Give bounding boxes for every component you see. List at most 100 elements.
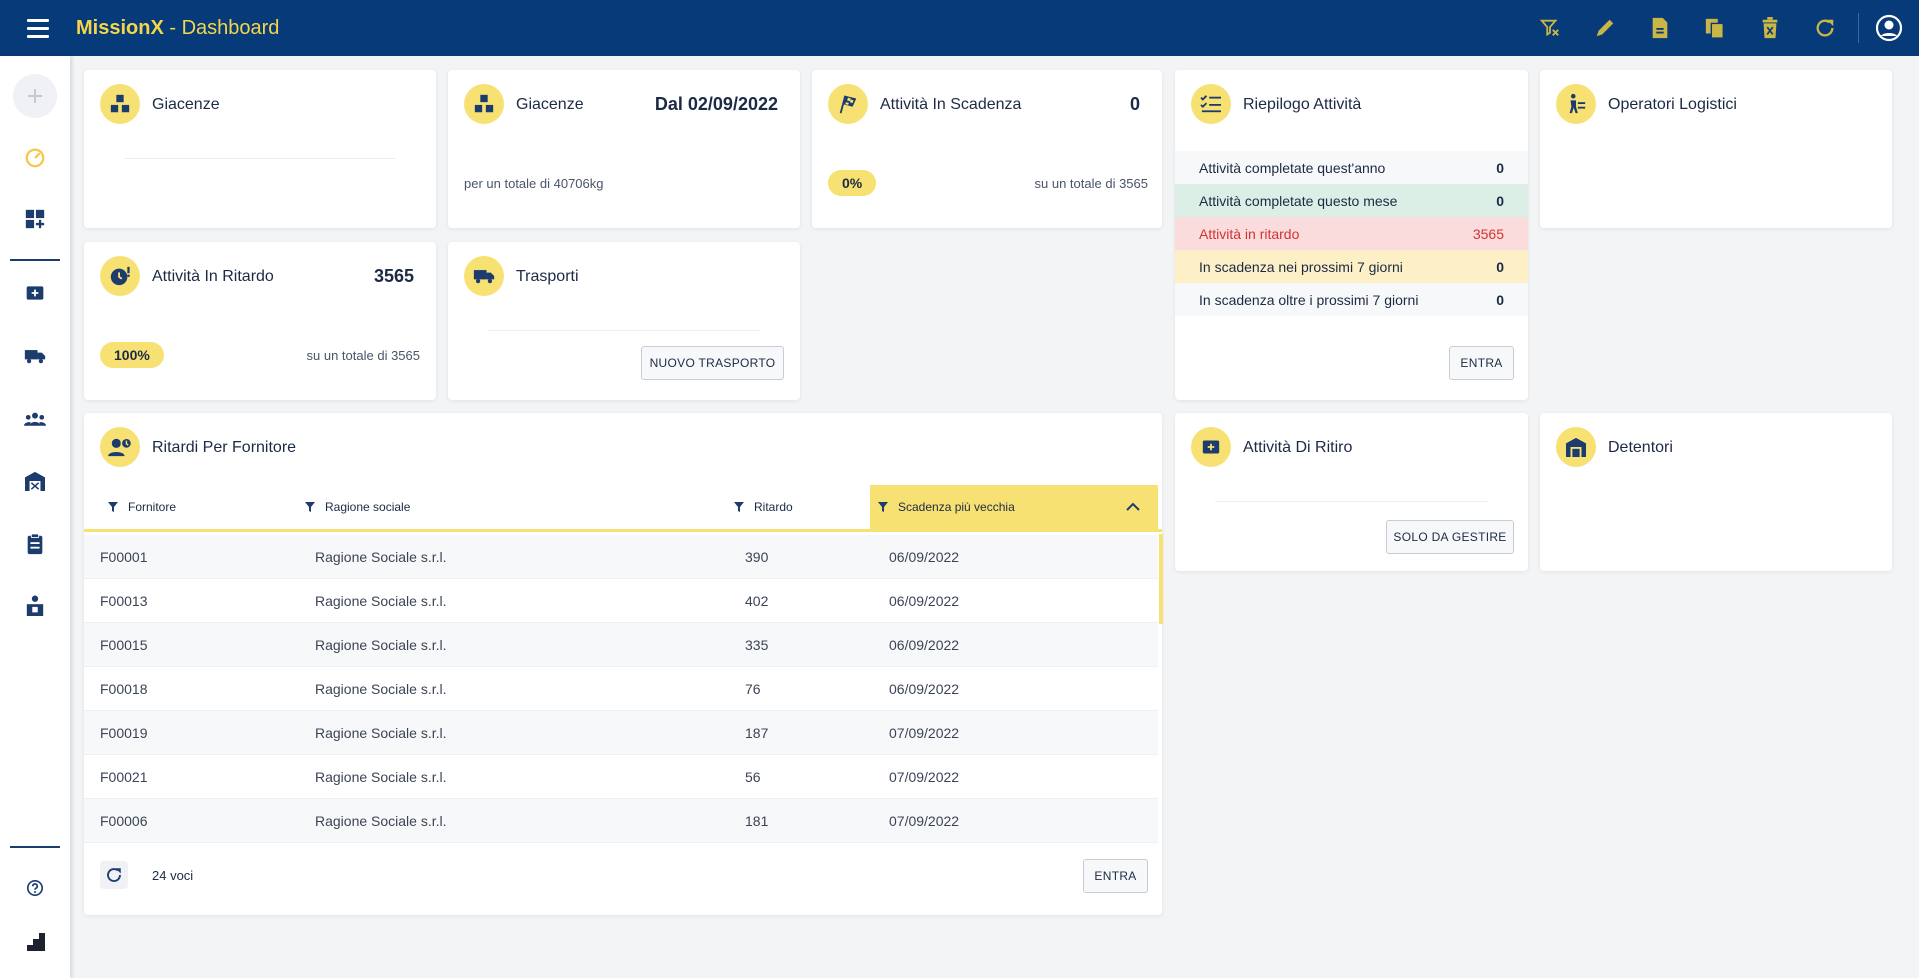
cell-scadenza: 06/09/2022 (889, 681, 960, 697)
divider (1215, 501, 1488, 502)
cell-scadenza: 06/09/2022 (889, 593, 960, 609)
account-clock-icon (100, 427, 140, 467)
cell-ritardo: 56 (745, 769, 761, 785)
table-scrollbar[interactable] (1159, 534, 1163, 624)
column-scadenza[interactable]: Scadenza più vecchia (870, 485, 1158, 529)
cell-ritardo: 187 (745, 725, 769, 741)
cell-fornitore: F00019 (100, 725, 148, 741)
checklist-icon (1191, 84, 1231, 124)
divider (488, 330, 760, 331)
card-title: Attività In Ritardo (152, 268, 274, 285)
widgets-add-icon[interactable] (10, 197, 60, 241)
table-row[interactable]: F00018 Ragione Sociale s.r.l. 76 06/09/2… (84, 667, 1158, 711)
truck-icon[interactable] (10, 334, 60, 378)
refresh-icon[interactable] (1797, 0, 1852, 56)
entra-button[interactable]: ENTRA (1083, 859, 1148, 893)
cell-ragione-sociale: Ragione Sociale s.r.l. (315, 681, 447, 697)
table-row[interactable]: F00015 Ragione Sociale s.r.l. 335 06/09/… (84, 623, 1158, 667)
clipboard-icon[interactable] (10, 522, 60, 566)
brand-logo-icon[interactable] (10, 921, 60, 965)
card-title: Attività Di Ritiro (1243, 439, 1353, 456)
medical-box-icon[interactable] (10, 271, 60, 315)
filter-icon[interactable] (305, 502, 315, 512)
cell-scadenza: 07/09/2022 (889, 813, 960, 829)
card-attivita-scadenza: Attività In Scadenza 0 0% su un totale d… (812, 70, 1162, 228)
summary-value: 0 (1496, 159, 1504, 176)
summary-label: Attività completate questo mese (1199, 192, 1398, 209)
card-subtitle: su un totale di 3565 (306, 348, 420, 363)
cell-scadenza: 07/09/2022 (889, 725, 960, 741)
app-title-separator: - (163, 16, 182, 39)
summary-label: In scadenza oltre i prossimi 7 giorni (1199, 291, 1419, 308)
pencil-icon[interactable] (1577, 0, 1632, 56)
card-title: Operatori Logistici (1608, 96, 1737, 113)
nuovo-trasporto-button[interactable]: NUOVO TRASPORTO (641, 346, 784, 380)
summary-row-oltre-7-giorni[interactable]: In scadenza oltre i prossimi 7 giorni 0 (1175, 283, 1528, 316)
document-icon[interactable] (1632, 0, 1687, 56)
cell-scadenza: 06/09/2022 (889, 637, 960, 653)
column-label: Ritardo (754, 500, 793, 514)
menu-icon[interactable] (20, 10, 56, 46)
column-ragione-sociale[interactable]: Ragione sociale (305, 485, 725, 529)
delete-icon[interactable] (1742, 0, 1797, 56)
card-detentori: Detentori (1540, 413, 1892, 571)
card-riepilogo-attivita: Riepilogo Attività Attività completate q… (1175, 70, 1528, 400)
cell-ragione-sociale: Ragione Sociale s.r.l. (315, 725, 447, 741)
card-attivita-ritiro: Attività Di Ritiro SOLO DA GESTIRE (1175, 413, 1528, 571)
card-value: 3565 (373, 266, 414, 286)
summary-row-ritardo[interactable]: Attività in ritardo 3565 (1175, 217, 1528, 250)
column-ritardo[interactable]: Ritardo (734, 485, 854, 529)
column-fornitore[interactable]: Fornitore (108, 485, 298, 529)
column-label: Ragione sociale (325, 500, 411, 514)
cell-ritardo: 390 (745, 549, 769, 565)
filter-icon[interactable] (878, 502, 888, 512)
entra-button[interactable]: ENTRA (1449, 346, 1514, 380)
summary-row-mese[interactable]: Attività completate questo mese 0 (1175, 184, 1528, 217)
sidebar-divider-bottom (10, 846, 60, 848)
user-account-icon[interactable] (1865, 0, 1913, 56)
truck-icon (464, 256, 504, 296)
table-row[interactable]: F00019 Ragione Sociale s.r.l. 187 07/09/… (84, 711, 1158, 755)
table-row[interactable]: F00006 Ragione Sociale s.r.l. 181 07/09/… (84, 799, 1158, 843)
cell-ritardo: 181 (745, 813, 769, 829)
app-name: MissionX (76, 16, 164, 39)
summary-label: Attività completate quest'anno (1199, 159, 1386, 176)
table-row[interactable]: F00013 Ragione Sociale s.r.l. 402 06/09/… (84, 579, 1158, 623)
summary-value: 0 (1496, 258, 1504, 275)
summary-value: 3565 (1472, 225, 1504, 242)
card-operatori-logistici: Operatori Logistici (1540, 70, 1892, 228)
card-ritardi-fornitore: Ritardi Per Fornitore Fornitore Ragione … (84, 413, 1163, 915)
chevron-up-icon[interactable] (1126, 502, 1140, 512)
summary-value: 0 (1496, 291, 1504, 308)
solo-da-gestire-button[interactable]: SOLO DA GESTIRE (1386, 520, 1514, 554)
table-row[interactable]: F00021 Ragione Sociale s.r.l. 56 07/09/2… (84, 755, 1158, 799)
card-title: Riepilogo Attività (1243, 96, 1362, 113)
summary-label: Attività in ritardo (1199, 225, 1300, 242)
cell-ragione-sociale: Ragione Sociale s.r.l. (315, 593, 447, 609)
person-carry-icon (1556, 84, 1596, 124)
sidebar-divider (10, 259, 60, 261)
plus-icon[interactable] (13, 74, 57, 118)
help-icon[interactable] (10, 866, 60, 910)
card-giacenze-totale: Giacenze Dal 02/09/2022 per un totale di… (448, 70, 800, 228)
warehouse-icon[interactable] (10, 459, 60, 503)
cell-fornitore: F00018 (100, 681, 148, 697)
table-row[interactable]: F00001 Ragione Sociale s.r.l. 390 06/09/… (84, 535, 1158, 579)
filter-icon[interactable] (734, 502, 744, 512)
dashboard-gauge-icon[interactable] (10, 135, 60, 179)
summary-row-anno[interactable]: Attività completate quest'anno 0 (1175, 151, 1528, 184)
cell-ritardo: 402 (745, 593, 769, 609)
group-icon[interactable] (10, 397, 60, 441)
copy-icon[interactable] (1687, 0, 1742, 56)
boxes-icon (100, 84, 140, 124)
card-title: Detentori (1608, 439, 1673, 456)
cell-ragione-sociale: Ragione Sociale s.r.l. (315, 813, 447, 829)
refresh-icon[interactable] (100, 861, 128, 889)
operator-box-icon[interactable] (10, 584, 60, 628)
cell-scadenza: 07/09/2022 (889, 769, 960, 785)
filter-icon[interactable] (108, 502, 118, 512)
filter-off-icon[interactable] (1522, 0, 1577, 56)
cell-scadenza: 06/09/2022 (889, 549, 960, 565)
summary-row-7-giorni[interactable]: In scadenza nei prossimi 7 giorni 0 (1175, 250, 1528, 283)
card-title: Attività In Scadenza (880, 96, 1022, 113)
